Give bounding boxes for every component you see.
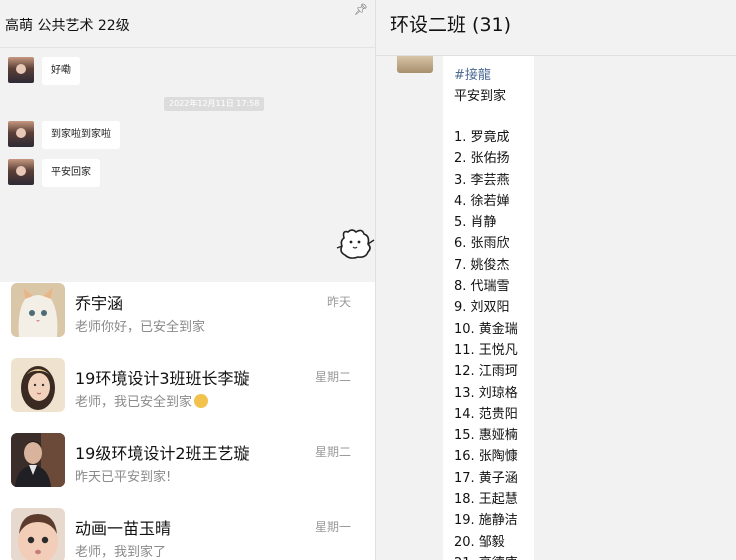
list-item: 1. 罗竟成 xyxy=(454,130,510,145)
smile-emoji-icon xyxy=(194,394,209,408)
chat-title: 环设二班 (31) xyxy=(390,14,512,36)
group-chat-window: 环设二班 (31) #接龍 平安到家 1. 罗竟成 2. 张佑扬 3. 李芸燕 4. … xyxy=(375,0,736,560)
avatar xyxy=(11,433,65,487)
pin-icon[interactable]: 📌︎ xyxy=(354,3,368,16)
name-list: 1. 罗竟成 2. 张佑扬 3. 李芸燕 4. 徐若婵 5. 肖静 6. 张雨欣 7. 姚俊… xyxy=(454,127,518,560)
list-item: 4. 徐若婵 xyxy=(454,193,510,209)
conversation-name: 19环境设计3班班长李璇 xyxy=(75,369,250,388)
avatar[interactable] xyxy=(8,159,34,185)
conversation-preview: 昨天已平安到家! xyxy=(75,470,172,485)
list-item: 5. 肖静 xyxy=(454,215,497,231)
avatar xyxy=(11,358,65,412)
conversation-preview: 老师你好，已安全到家 xyxy=(75,320,206,335)
conversation-preview: 老师，我到家了 xyxy=(75,545,167,560)
list-item: 15. 惠娅楠 xyxy=(454,428,518,444)
conversation-time: 星期二 xyxy=(314,370,351,384)
list-item: 19. 施静洁 xyxy=(454,513,518,529)
left-chat-window: 高萌 公共艺术 22级 📌︎ 好嘞 2022年12月11日 17:58 到家啦到… xyxy=(0,0,375,282)
conversation-name: 乔宇涵 xyxy=(75,294,124,313)
cartoon-sticker-icon[interactable] xyxy=(336,224,376,262)
list-item[interactable]: 乔宇涵 老师你好，已安全到家 昨天 xyxy=(0,282,375,357)
list-item: 2. 张佑扬 xyxy=(454,151,510,167)
list-item[interactable]: 动画一苗玉晴 老师，我到家了 星期一 xyxy=(0,507,375,560)
list-item: 13. 刘琼格 xyxy=(454,385,518,401)
list-item: 16. 张陶慷 xyxy=(454,449,518,465)
avatar xyxy=(11,283,65,337)
avatar xyxy=(11,508,65,560)
list-item: 3. 李芸燕 xyxy=(454,172,510,188)
conversation-time: 星期一 xyxy=(314,520,351,534)
list-item: 10. 黄金瑞 xyxy=(454,321,518,337)
chat-header: 高萌 公共艺术 22级 📌︎ xyxy=(0,0,375,48)
avatar[interactable] xyxy=(397,56,433,73)
hashtag-label[interactable]: #接龍 xyxy=(454,64,491,83)
list-item: 17. 黄子涵 xyxy=(454,470,518,486)
conversation-name: 动画一苗玉晴 xyxy=(75,519,172,538)
list-item: 7. 姚俊杰 xyxy=(454,257,510,273)
avatar[interactable] xyxy=(8,121,34,147)
conversation-name: 19级环境设计2班王艺璇 xyxy=(75,444,250,463)
message-bubble[interactable]: #接龍 平安到家 1. 罗竟成 2. 张佑扬 3. 李芸燕 4. 徐若婵 5. 肖静 6.… xyxy=(443,56,534,560)
conversation-preview: 老师，我已安全到家 xyxy=(75,391,209,410)
roll-call-title: 平安到家 xyxy=(454,89,507,104)
avatar[interactable] xyxy=(8,57,34,83)
message-bubble[interactable]: 平安回家 xyxy=(42,159,100,187)
conversation-list: 乔宇涵 老师你好，已安全到家 昨天 19环境设计3班班长李璇 老师，我已安全到家… xyxy=(0,282,375,560)
list-item: 9. 刘双阳 xyxy=(454,300,510,316)
chat-title: 高萌 公共艺术 22级 xyxy=(5,18,130,34)
list-item: 18. 王起慧 xyxy=(454,492,518,508)
list-item: 11. 王悦凡 xyxy=(454,342,518,358)
list-item: 14. 范贵阳 xyxy=(454,406,518,422)
list-item: 12. 江雨珂 xyxy=(454,364,518,380)
list-item[interactable]: 19级环境设计2班王艺璇 昨天已平安到家! 星期二 xyxy=(0,432,375,507)
chat-header: 环设二班 (31) xyxy=(376,0,736,56)
conversation-time: 星期二 xyxy=(314,445,351,459)
list-item: 6. 张雨欣 xyxy=(454,236,510,252)
list-item: 8. 代瑞雪 xyxy=(454,279,510,295)
list-item: 21. 高德康 xyxy=(454,553,518,560)
conversation-time: 昨天 xyxy=(326,295,351,309)
message-bubble[interactable]: 好嘞 xyxy=(42,57,80,85)
list-item[interactable]: 19环境设计3班班长李璇 老师，我已安全到家 星期二 xyxy=(0,357,375,432)
message-bubble[interactable]: 到家啦到家啦 xyxy=(42,121,120,149)
list-item: 20. 邹毅 xyxy=(454,534,505,550)
date-divider: 2022年12月11日 17:58 xyxy=(164,97,265,111)
